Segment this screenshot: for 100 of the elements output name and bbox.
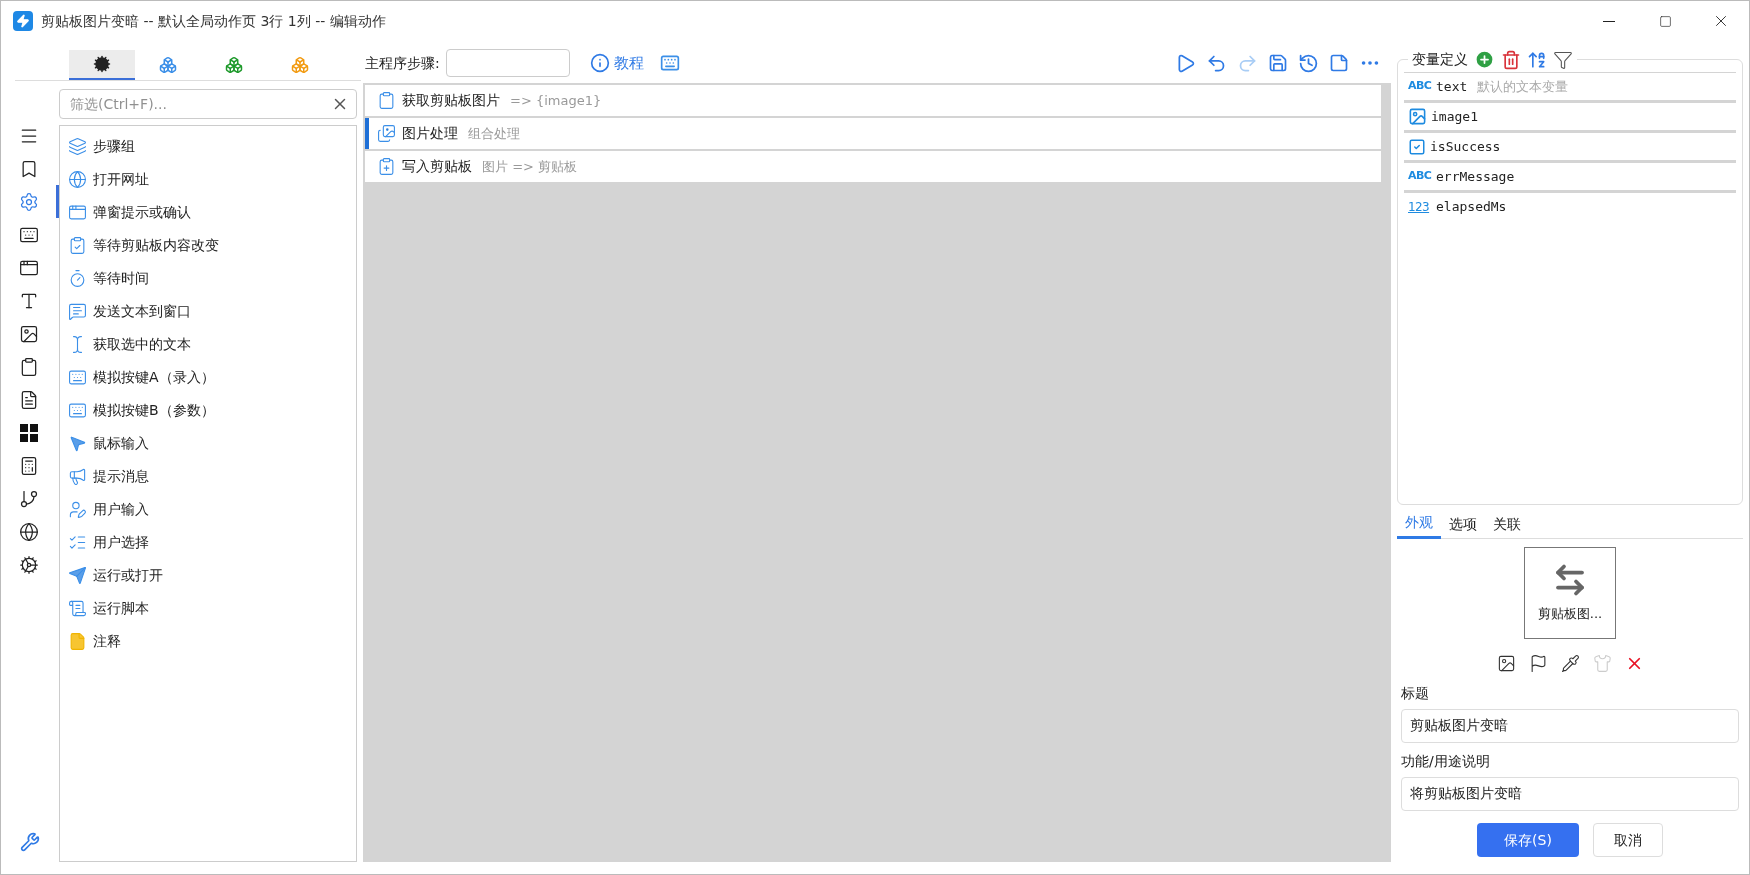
category-tab[interactable] [69,50,135,80]
preview-caption: 剪贴板图... [1537,605,1603,624]
clipboard-plus-icon [377,157,396,176]
text-field[interactable]: 剪贴板图片变暗 [1401,709,1739,743]
add-icon[interactable] [1474,49,1495,70]
tutorial-link[interactable]: 教程 [589,51,644,75]
variable-name: image1 [1431,107,1478,126]
filter-field[interactable]: 筛选(Ctrl+F)... [59,89,357,119]
globe-icon [68,170,87,189]
action-item[interactable]: 发送文本到窗口 [60,295,356,328]
property-tab[interactable]: 选项 [1441,509,1485,539]
field-label: 功能/用途说明 [1401,752,1491,771]
window-title: 剪贴板图片变暗 -- 默认全局动作页 3行 1列 -- 编辑动作 [41,11,386,31]
variable-name: elapsedMs [1436,197,1507,216]
text-field[interactable]: 将剪贴板图片变暗 [1401,777,1739,811]
keyboard-icon [68,401,87,420]
action-item[interactable]: 用户输入 [60,493,356,526]
eyedropper-icon[interactable] [1560,653,1580,673]
variable-row[interactable]: 123 elapsedMs [1404,193,1736,220]
action-label: 模拟按键B（参数） [93,401,215,420]
pointer-icon [68,434,87,453]
steps-label: 主程序步骤: [365,53,440,73]
delete-icon[interactable] [1501,49,1521,70]
image-type-icon [1408,107,1427,126]
action-label: 弹窗提示或确认 [93,203,191,222]
info-icon [589,53,610,73]
action-item[interactable]: 等待剪贴板内容改变 [60,229,356,262]
preview-tile[interactable]: 剪贴板图... [1524,547,1616,639]
action-label: 用户选择 [93,533,149,552]
step-row[interactable]: 图片处理 组合处理 [365,118,1381,149]
steps-field[interactable] [445,49,570,77]
type-label: 123 [1408,198,1431,216]
action-item[interactable]: 弹窗提示或确认 [60,196,356,229]
paper-plane-icon [68,566,87,585]
clipboard-icon [377,91,396,110]
save-button[interactable]: 保存(S) [1477,823,1579,857]
action-item[interactable]: 鼠标输入 [60,427,356,460]
action-label: 获取选中的文本 [93,335,191,354]
field-label: 标题 [1401,684,1430,703]
image-icon [18,323,39,344]
action-label: 步骤组 [93,137,135,156]
cancel-button[interactable]: 取消 [1593,823,1663,857]
variable-name: errMessage [1436,167,1515,186]
history-icon[interactable] [1298,52,1319,74]
cubes-icon [225,56,243,74]
action-item[interactable]: 获取选中的文本 [60,328,356,361]
variable-name: isSuccess [1430,137,1501,156]
action-item[interactable]: 打开网址 [60,163,356,196]
step-detail: 组合处理 [468,124,520,143]
property-tab[interactable]: 外观 [1397,509,1441,539]
property-tab[interactable]: 关联 [1485,509,1529,539]
action-label: 运行或打开 [93,566,163,585]
action-item[interactable]: 运行或打开 [60,559,356,592]
action-label: 提示消息 [93,467,149,486]
action-item[interactable]: 提示消息 [60,460,356,493]
step-row[interactable]: 写入剪贴板 图片 => 剪贴板 [365,151,1381,182]
action-item[interactable]: 步骤组 [60,130,356,163]
action-item[interactable]: 用户选择 [60,526,356,559]
note-icon[interactable] [1329,53,1349,73]
branch-icon [18,488,39,509]
type-label: ABC [1408,78,1432,95]
cubes-icon [291,56,309,74]
step-title: 获取剪贴板图片 [402,91,500,110]
variable-note: 默认的文本变量 [1477,77,1569,96]
wrench-icon[interactable] [20,832,40,852]
chat-bubble-icon [68,302,87,321]
image-icon[interactable] [1496,653,1516,673]
action-label: 运行脚本 [93,599,149,618]
windows-icon[interactable] [18,422,39,443]
keyboard-icon [68,368,87,387]
variables-title: 变量定义 [1412,50,1468,69]
step-detail: 图片 => 剪贴板 [482,157,578,176]
clipboard-check-icon [68,236,87,255]
filter-icon[interactable] [1553,49,1573,70]
globe-icon [18,521,39,542]
action-label: 等待剪贴板内容改变 [93,236,219,255]
variable-row[interactable]: image1 [1404,103,1736,130]
type-label: ABC [1408,168,1432,185]
action-item[interactable]: 运行脚本 [60,592,356,625]
variable-row[interactable]: ABC errMessage [1404,163,1736,190]
megaphone-icon [68,467,87,486]
note-icon [68,632,87,651]
step-row[interactable]: 获取剪贴板图片 => {image1} [365,85,1381,116]
variable-name: text [1436,77,1468,96]
checklist-icon [68,533,87,552]
minimize-icon [1603,20,1615,22]
save-icon[interactable] [1268,53,1288,73]
action-label: 用户输入 [93,500,149,519]
action-item[interactable]: 注释 [60,625,356,658]
layers-icon [68,137,87,156]
action-label: 打开网址 [93,170,149,189]
action-item[interactable]: 等待时间 [60,262,356,295]
maximize-icon [1658,14,1672,28]
action-item[interactable]: 模拟按键A（录入） [60,361,356,394]
variable-row[interactable]: isSuccess [1404,133,1736,160]
action-label: 等待时间 [93,269,149,288]
variable-row[interactable]: ABC text 默认的文本变量 [1404,73,1736,100]
action-item[interactable]: 模拟按键B（参数） [60,394,356,427]
keyboard-icon[interactable] [659,53,680,73]
action-label: 模拟按键A（录入） [93,368,215,387]
